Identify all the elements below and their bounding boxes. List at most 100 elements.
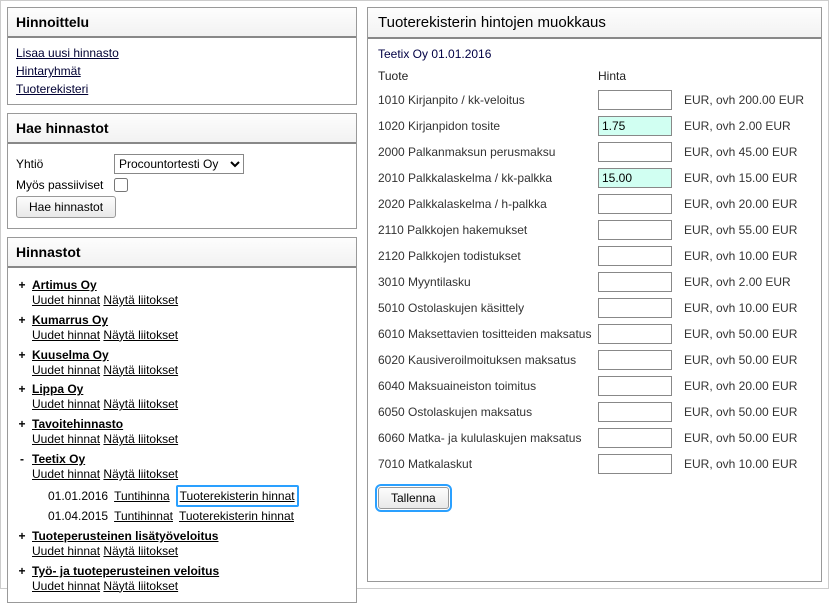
panel-edit-body: Teetix Oy 01.01.2016 Tuote Hinta 1010 Ki… (368, 39, 821, 517)
link-new-prices[interactable]: Uudet hinnat (32, 544, 100, 558)
price-suffix: EUR, ovh 200.00 EUR (684, 93, 804, 107)
product-name: 2010 Palkkalaskelma / kk-palkka (378, 171, 598, 185)
pricelist-name[interactable]: Artimus Oy (32, 278, 348, 292)
price-input[interactable] (598, 194, 672, 214)
search-button[interactable]: Hae hinnastot (16, 196, 116, 218)
panel-search-body: Yhtiö Procountortesti Oy Myös passiivise… (8, 144, 356, 228)
price-input[interactable] (598, 272, 672, 292)
product-name: 1010 Kirjanpito / kk-veloitus (378, 93, 598, 107)
price-suffix: EUR, ovh 15.00 EUR (684, 171, 797, 185)
price-input[interactable] (598, 168, 672, 188)
price-rows: 1010 Kirjanpito / kk-veloitus EUR, ovh 20… (378, 87, 811, 477)
link-show-attachments[interactable]: Näytä liitokset (103, 579, 178, 593)
product-name: 6060 Matka- ja kululaskujen maksatus (378, 431, 598, 445)
price-input[interactable] (598, 298, 672, 318)
pricelist-item: + TavoitehinnastoUudet hinnat Näytä liito… (16, 417, 348, 448)
pricelist-name[interactable]: Tavoitehinnasto (32, 417, 348, 431)
pricelist-name[interactable]: Lippa Oy (32, 382, 348, 396)
price-row: 2110 Palkkojen hakemuksetEUR, ovh 55.00 … (378, 217, 811, 243)
link-new-prices[interactable]: Uudet hinnat (32, 467, 100, 481)
price-suffix: EUR, ovh 20.00 EUR (684, 379, 797, 393)
col-header-price: Hinta (598, 69, 678, 83)
expand-icon[interactable]: + (16, 278, 28, 292)
product-name: 7010 Matkalaskut (378, 457, 598, 471)
label-passive: Myös passiiviset (16, 178, 106, 192)
pricelist-sublinks: Uudet hinnat Näytä liitokset (32, 396, 348, 413)
price-input[interactable] (598, 454, 672, 474)
link-show-attachments[interactable]: Näytä liitokset (103, 397, 178, 411)
expand-icon[interactable]: + (16, 313, 28, 327)
product-name: 6040 Maksuaineiston toimitus (378, 379, 598, 393)
product-name: 2000 Palkanmaksun perusmaksu (378, 145, 598, 159)
price-row: 6040 Maksuaineiston toimitus EUR, ovh 20.… (378, 373, 811, 399)
pricelist-name[interactable]: Tuoteperusteinen lisätyöveloitus (32, 529, 348, 543)
link-show-attachments[interactable]: Näytä liitokset (103, 328, 178, 342)
pricelist-item: + Lippa OyUudet hinnat Näytä liitokset (16, 382, 348, 413)
product-name: 2020 Palkkalaskelma / h-palkka (378, 197, 598, 211)
link-register-prices[interactable]: Tuoterekisterin hinnat (176, 485, 299, 507)
link-show-attachments[interactable]: Näytä liitokset (103, 544, 178, 558)
panel-pricing: Hinnoittelu Lisaa uusi hinnasto Hintaryh… (7, 7, 357, 105)
price-input[interactable] (598, 402, 672, 422)
save-button[interactable]: Tallenna (378, 487, 449, 509)
link-new-prices[interactable]: Uudet hinnat (32, 293, 100, 307)
panel-edit-title: Tuoterekisterin hintojen muokkaus (368, 8, 821, 39)
pricelist-sublinks: Uudet hinnat Näytä liitokset (32, 466, 348, 483)
price-suffix: EUR, ovh 10.00 EUR (684, 249, 797, 263)
pricelist-dates: 01.01.2016TuntihinnaTuoterekisterin hinn… (48, 485, 348, 525)
price-suffix: EUR, ovh 10.00 EUR (684, 457, 797, 471)
pricelist-sublinks: Uudet hinnat Näytä liitokset (32, 543, 348, 560)
link-new-prices[interactable]: Uudet hinnat (32, 432, 100, 446)
price-suffix: EUR, ovh 20.00 EUR (684, 197, 797, 211)
link-hourly-prices[interactable]: Tuntihinna (114, 487, 170, 505)
price-row: 2010 Palkkalaskelma / kk-palkka EUR, ovh … (378, 165, 811, 191)
price-suffix: EUR, ovh 50.00 EUR (684, 431, 797, 445)
price-input[interactable] (598, 116, 672, 136)
price-input[interactable] (598, 324, 672, 344)
expand-icon[interactable]: + (16, 529, 28, 543)
link-price-groups[interactable]: Hintaryhmät (16, 62, 348, 80)
select-company[interactable]: Procountortesti Oy (114, 154, 244, 174)
link-register-prices[interactable]: Tuoterekisterin hinnat (179, 507, 294, 525)
pricelist-name[interactable]: Kuuselma Oy (32, 348, 348, 362)
price-input[interactable] (598, 220, 672, 240)
col-header-product: Tuote (378, 69, 598, 83)
price-input[interactable] (598, 428, 672, 448)
price-input[interactable] (598, 376, 672, 396)
collapse-icon[interactable]: - (16, 452, 28, 466)
pricelist-item: + Kuuselma OyUudet hinnat Näytä liitokset (16, 348, 348, 379)
link-product-register[interactable]: Tuoterekisteri (16, 80, 348, 98)
price-input[interactable] (598, 246, 672, 266)
checkbox-passive[interactable] (114, 178, 128, 192)
link-show-attachments[interactable]: Näytä liitokset (103, 432, 178, 446)
link-show-attachments[interactable]: Näytä liitokset (103, 467, 178, 481)
product-name: 1020 Kirjanpidon tosite (378, 119, 598, 133)
link-show-attachments[interactable]: Näytä liitokset (103, 363, 178, 377)
product-name: 6010 Maksettavien tositteiden maksatus (378, 327, 598, 341)
link-new-prices[interactable]: Uudet hinnat (32, 397, 100, 411)
expand-icon[interactable]: + (16, 564, 28, 578)
expand-icon[interactable]: + (16, 348, 28, 362)
pricelist-name[interactable]: Työ- ja tuoteperusteinen veloitus (32, 564, 348, 578)
price-row: 2000 Palkanmaksun perusmaksuEUR, ovh 45.… (378, 139, 811, 165)
price-input[interactable] (598, 90, 672, 110)
link-new-prices[interactable]: Uudet hinnat (32, 579, 100, 593)
pricelist-item: + Työ- ja tuoteperusteinen veloitusUudet … (16, 564, 348, 595)
price-row: 1010 Kirjanpito / kk-veloitus EUR, ovh 20… (378, 87, 811, 113)
price-input[interactable] (598, 142, 672, 162)
link-add-pricelist[interactable]: Lisaa uusi hinnasto (16, 44, 348, 62)
pricelist-sublinks: Uudet hinnat Näytä liitokset (32, 362, 348, 379)
pricelist-name[interactable]: Kumarrus Oy (32, 313, 348, 327)
pricelists-tree: +Artimus OyUudet hinnat Näytä liitokset+… (8, 268, 356, 602)
link-show-attachments[interactable]: Näytä liitokset (103, 293, 178, 307)
link-new-prices[interactable]: Uudet hinnat (32, 363, 100, 377)
price-suffix: EUR, ovh 50.00 EUR (684, 353, 797, 367)
product-name: 3010 Myyntilasku (378, 275, 598, 289)
price-row: 6060 Matka- ja kululaskujen maksatus EUR,… (378, 425, 811, 451)
price-input[interactable] (598, 350, 672, 370)
link-new-prices[interactable]: Uudet hinnat (32, 328, 100, 342)
pricelist-name[interactable]: Teetix Oy (32, 452, 348, 466)
link-hourly-prices[interactable]: Tuntihinnat (114, 507, 173, 525)
expand-icon[interactable]: + (16, 382, 28, 396)
expand-icon[interactable]: + (16, 417, 28, 431)
